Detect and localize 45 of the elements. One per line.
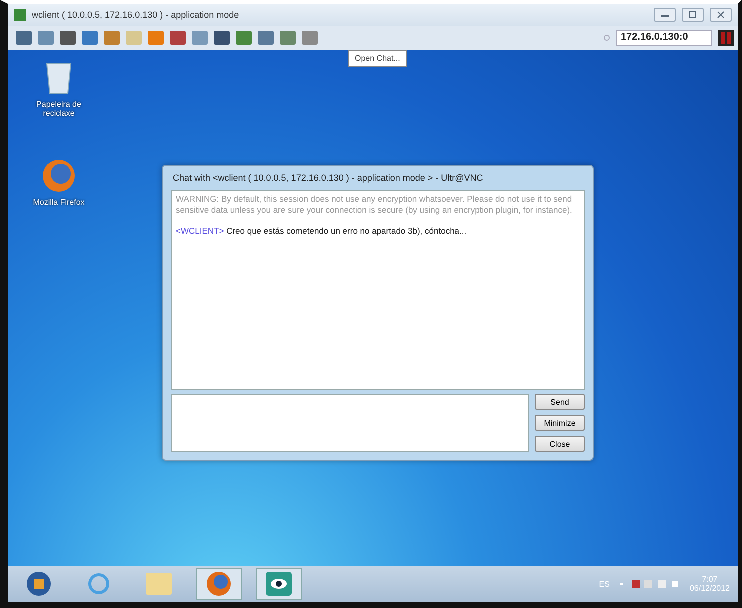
taskbar-button[interactable] (256, 568, 302, 600)
chat-title: Chat with <wclient ( 10.0.0.5, 172.16.0.130 ) - application mode > - Ultr@VNC (172, 172, 484, 185)
maximize-button[interactable] (682, 8, 704, 22)
eye-icon (266, 572, 292, 596)
toolbar-button[interactable] (16, 31, 32, 45)
toolbar-button[interactable] (302, 31, 318, 45)
minimize-icon (661, 13, 669, 17)
folder-icon (146, 573, 172, 595)
chat-message: <WCLIENT> Creo que estás cometendo un erro no apartado 3b), cóntocha... (176, 226, 468, 236)
send-button[interactable]: Send (535, 394, 585, 410)
toolbar-button[interactable] (258, 31, 274, 45)
toolbar-button[interactable] (148, 31, 164, 45)
toolbar-button[interactable] (192, 31, 208, 45)
toolbar-button[interactable] (82, 31, 98, 45)
status-dot-icon (604, 35, 610, 41)
start-orb-icon (26, 571, 52, 597)
toolbar-button[interactable] (236, 31, 252, 45)
globe-icon (206, 571, 232, 597)
toolbar-button[interactable] (170, 31, 186, 45)
close-button[interactable] (710, 8, 732, 22)
toolbar-button[interactable] (126, 31, 142, 45)
close-button[interactable]: Close (535, 436, 585, 452)
warning-text: WARNING: By default, this session does not use any encryption whatsoever. Please do not use it to send sensitive data unless you are sure your connection is secure (by using an encryption plugin, for instance). (176, 194, 574, 216)
toolbar-button[interactable] (280, 31, 296, 45)
clock-date: 06/12/2012 (690, 584, 730, 593)
toolbar-button[interactable] (214, 31, 230, 45)
close-icon (717, 11, 725, 19)
toolbar-button[interactable] (60, 31, 76, 45)
message-input[interactable] (171, 394, 529, 452)
desktop-icon-label[interactable]: Mozilla Firefox (33, 198, 85, 207)
maximize-icon (689, 11, 697, 19)
window-title: wclient ( 10.0.0.5, 172.16.0.130 ) - application mode (32, 10, 240, 20)
tooltip: Open Chat... (348, 50, 408, 67)
app-icon (14, 9, 26, 21)
clock-time: 7:07 (702, 575, 718, 584)
taskbar-button[interactable] (196, 568, 242, 600)
minimize-button[interactable]: Minimize (535, 415, 585, 431)
address-field[interactable]: 172.16.0.130:0 (616, 30, 712, 46)
desktop-icon-label[interactable]: Papeleira de reciclaxe (24, 100, 94, 118)
globe-icon (41, 158, 77, 194)
minimize-button[interactable] (654, 8, 676, 22)
toolbar-button[interactable] (38, 31, 54, 45)
ring-icon (87, 572, 111, 596)
toolbar-button[interactable] (104, 31, 120, 45)
tray-icons-drawing (620, 579, 680, 589)
